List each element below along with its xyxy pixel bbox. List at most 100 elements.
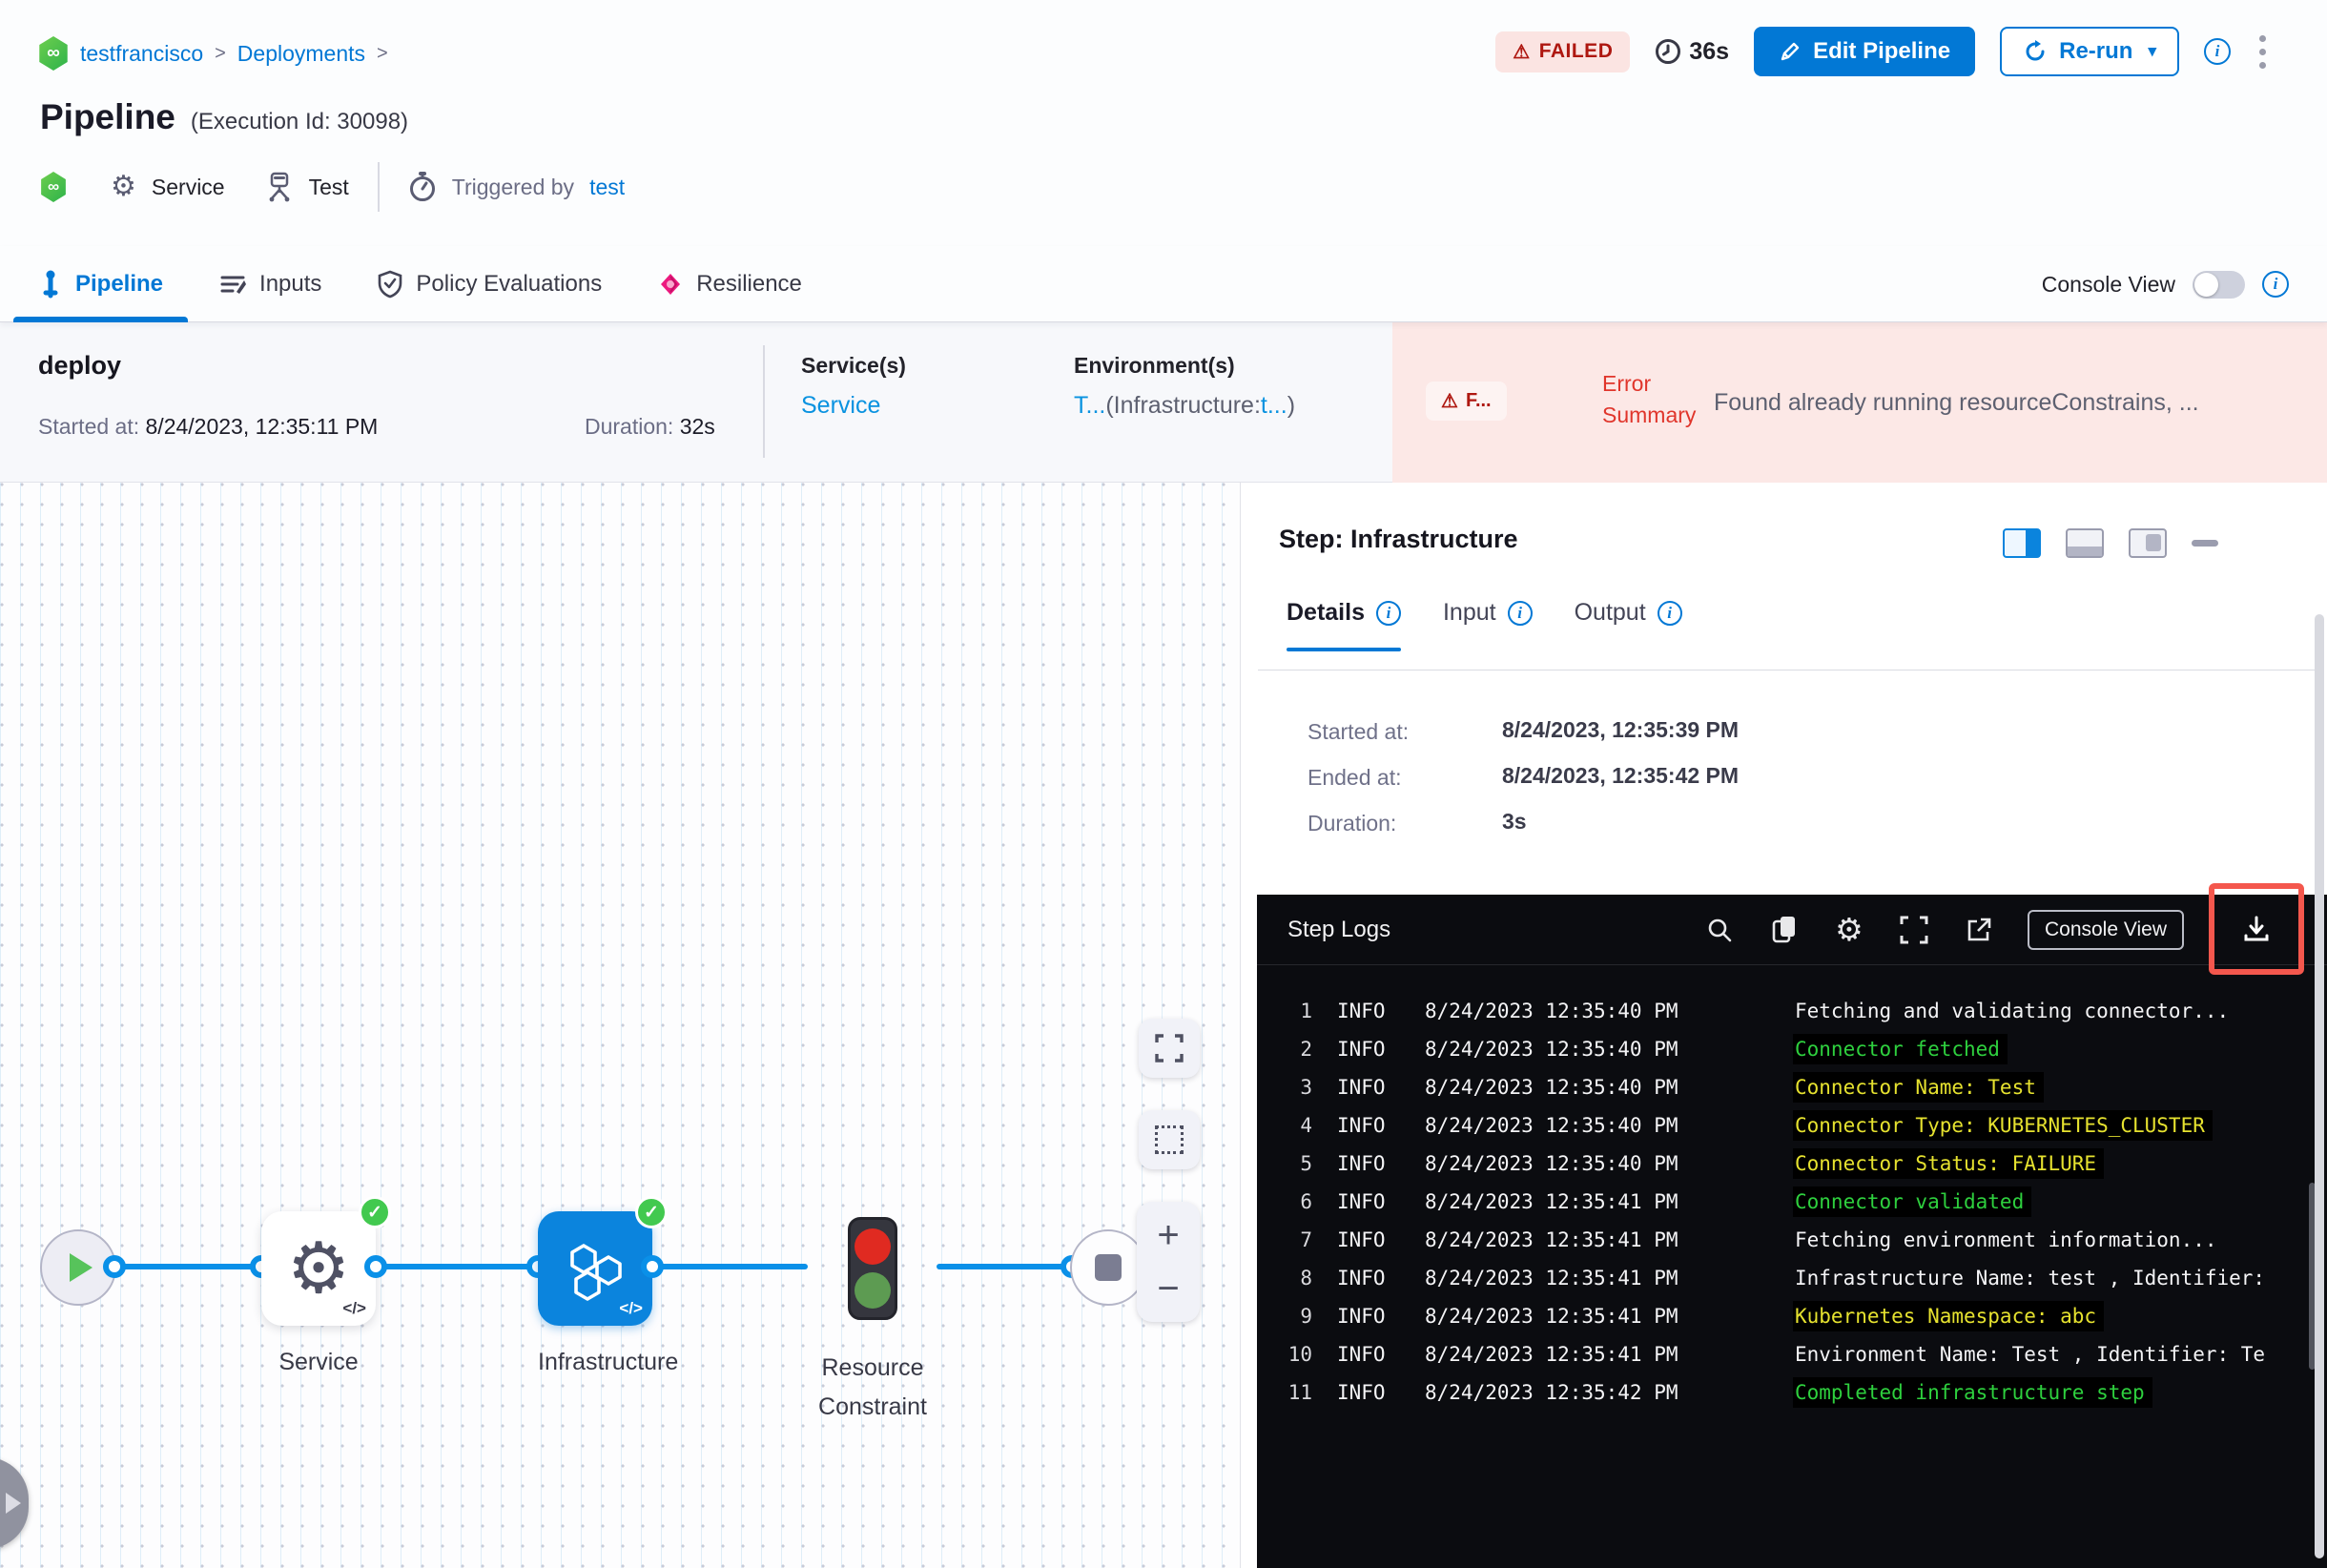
tab-inputs[interactable]: Inputs [218,246,321,322]
stage-duration: Duration: 32s [585,414,715,439]
execution-tabbar: Pipeline Inputs Policy Evaluations Resil… [0,246,2327,322]
environment-link[interactable]: T... [1074,392,1105,419]
infrastructure-link[interactable]: t... [1261,392,1287,419]
service-link[interactable]: Service [801,392,906,420]
canvas-fullscreen-button[interactable] [1139,1019,1200,1078]
canvas-marquee-select-button[interactable] [1139,1110,1200,1169]
log-timestamp: 8/24/2023 12:35:41 PM [1425,1305,1678,1328]
service-name[interactable]: Service [152,175,225,200]
pipeline-graph-canvas[interactable]: ⚙ </> ✓ Service </> ✓ Infrastructure Res… [0,483,1240,1568]
log-level: INFO [1337,1343,1386,1366]
log-message: Connector fetched [1793,1034,2008,1064]
template-code-glyph: </> [619,1299,643,1317]
log-line-number: 5 [1300,1152,1312,1175]
connector-dot [364,1255,387,1278]
detail-duration-value: 3s [1502,809,1527,834]
breadcrumb-project-link[interactable]: testfrancisco [80,41,203,67]
log-lines-area[interactable]: 1 INFO 8/24/2023 12:35:40 PM Fetching and v… [1257,965,2327,1568]
tab-policy-evaluations[interactable]: Policy Evaluations [377,246,602,322]
zoom-out-button[interactable]: − [1157,1269,1179,1308]
rerun-button[interactable]: Re-run ▾ [2000,27,2179,76]
detail-duration-label: Duration: [1308,811,1397,836]
output-info-icon[interactable]: i [1657,600,1682,626]
minimize-panel-button[interactable] [2192,540,2218,547]
tab-input[interactable]: Input i [1443,599,1533,651]
log-timestamp: 8/24/2023 12:35:40 PM [1425,1152,1678,1175]
connector-dot [103,1255,126,1278]
log-level: INFO [1337,1267,1386,1289]
layout-right-split-button[interactable] [2003,528,2041,558]
triggered-by-label: Triggered by [451,174,575,199]
external-link-icon [1967,918,1991,940]
console-view-info-icon[interactable]: i [2262,271,2289,298]
log-level: INFO [1337,1305,1386,1328]
more-options-menu[interactable] [2255,31,2270,72]
log-level: INFO [1337,1190,1386,1213]
log-level: INFO [1337,1038,1386,1061]
log-settings-button[interactable]: ⚙ [1833,912,1865,947]
tab-pipeline[interactable]: Pipeline [13,246,189,322]
log-fullscreen-button[interactable] [1898,914,1930,946]
log-copy-button[interactable] [1768,914,1801,946]
tab-details[interactable]: Details i [1287,599,1401,651]
chevron-right-icon [6,1493,21,1514]
execution-id: (Execution Id: 30098) [190,109,409,134]
edge-infrastructure-constraint [649,1264,808,1269]
log-message: Environment Name: Test , Identifier: Te [1795,1343,2266,1366]
input-info-icon[interactable]: i [1507,600,1533,626]
error-summary-message[interactable]: Found already running resourceConstrains… [1714,389,2296,417]
node-infrastructure[interactable]: </> [538,1211,652,1326]
details-info-icon[interactable]: i [1375,600,1401,626]
log-open-external-button[interactable] [1963,914,1995,946]
layout-floating-button[interactable] [2129,528,2167,558]
log-message: Connector Status: FAILURE [1793,1148,2105,1179]
rerun-caret-icon[interactable]: ▾ [2148,42,2156,61]
log-timestamp: 8/24/2023 12:35:42 PM [1425,1381,1678,1404]
tab-output[interactable]: Output i [1575,599,1682,651]
stop-icon [1095,1254,1122,1281]
log-line: 11 INFO 8/24/2023 12:35:42 PM Completed inf… [1257,1373,2327,1412]
cd-module-icon: ∞ [39,36,68,71]
warning-icon: ⚠ [1441,391,1458,412]
edge-start-service [114,1264,265,1269]
detail-started-label: Started at: [1308,719,1410,744]
page-scrollbar-thumb[interactable] [2315,614,2324,1558]
error-summary-label: Error Summary [1602,371,1697,428]
log-console-view-button[interactable]: Console View [2027,909,2184,950]
log-message: Completed infrastructure step [1793,1377,2152,1408]
log-timestamp: 8/24/2023 12:35:40 PM [1425,1038,1678,1061]
copy-icon [1772,916,1795,942]
log-message: Connector validated [1793,1186,2032,1217]
log-level: INFO [1337,1381,1386,1404]
node-resource-constraint[interactable] [848,1217,897,1320]
layout-bottom-split-button[interactable] [2066,528,2104,558]
stage-name[interactable]: deploy [38,351,121,381]
log-line: 8 INFO 8/24/2023 12:35:41 PM Infrastructure… [1257,1259,2327,1297]
connector-dot [641,1255,664,1278]
log-download-button[interactable] [2240,913,2273,945]
log-timestamp: 8/24/2023 12:35:41 PM [1425,1228,1678,1251]
expand-left-panel-handle[interactable] [0,1457,29,1549]
environment-name[interactable]: Test [309,175,349,200]
edit-pipeline-button[interactable]: Edit Pipeline [1754,27,1976,76]
tab-resilience[interactable]: Resilience [657,246,802,322]
pencil-icon [1781,42,1800,61]
console-view-toggle[interactable] [2193,270,2245,299]
stage-divider [763,345,765,458]
node-service[interactable]: ⚙ </> [261,1211,376,1326]
detail-started-value: 8/24/2023, 12:35:39 PM [1502,717,1740,742]
console-view-label: Console View [2041,271,2175,297]
infrastructure-hexagons-icon [570,1244,622,1301]
breadcrumb-separator: > [377,42,388,64]
log-line: 2 INFO 8/24/2023 12:35:40 PM Connector fetc… [1257,1030,2327,1068]
header-info-icon[interactable]: i [2204,38,2231,65]
log-line-number: 11 [1287,1381,1312,1404]
log-message: Fetching environment information... [1795,1228,2217,1251]
search-icon [1708,918,1732,941]
breadcrumb-deployments-link[interactable]: Deployments [237,41,365,67]
triggered-by-user-link[interactable]: test [589,175,625,200]
step-logs-console: Step Logs ⚙ Console View 1 INFO 8/24/202… [1257,883,2327,1568]
log-search-button[interactable] [1703,914,1736,946]
log-level: INFO [1337,1228,1386,1251]
zoom-in-button[interactable]: + [1157,1216,1179,1254]
